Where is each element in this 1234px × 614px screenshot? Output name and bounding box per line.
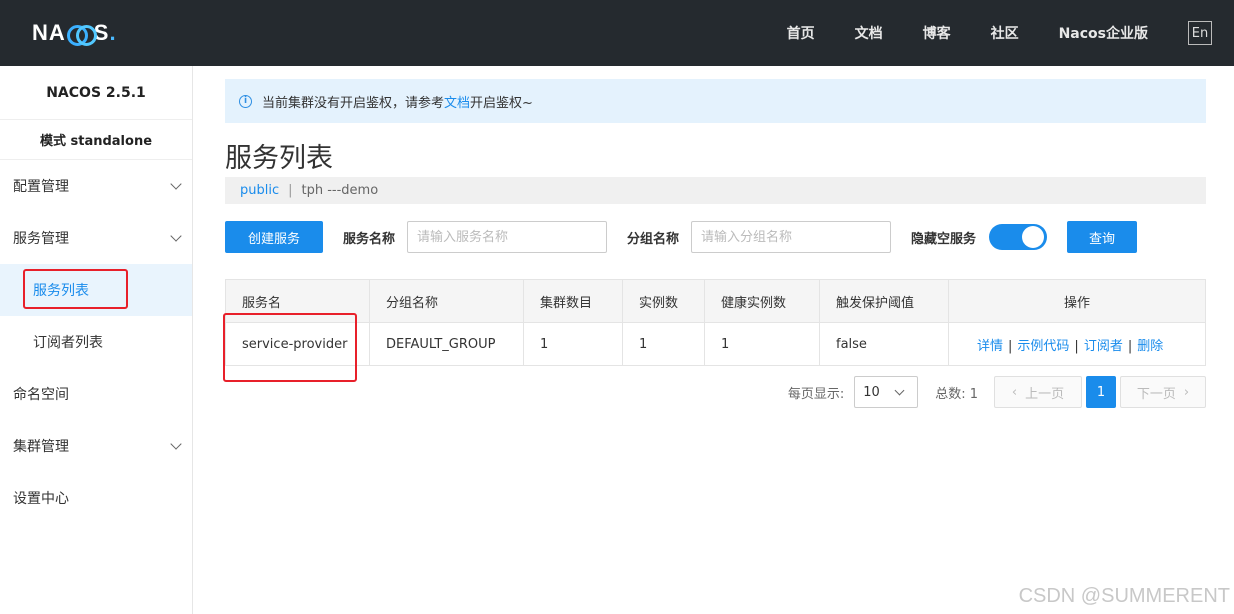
namespace-bar: public | tph ---demo [225, 177, 1206, 204]
sidebar: NACOS 2.5.1 模式 standalone 配置管理 服务管理 服务列表… [0, 66, 193, 614]
sidebar-item-subscriber-list[interactable]: 订阅者列表 [0, 316, 192, 368]
column-header[interactable]: 触发保护阈值 [819, 279, 949, 323]
create-service-button[interactable]: 创建服务 [225, 221, 323, 253]
table-header-row: 服务名 分组名称 集群数目 实例数 健康实例数 触发保护阈值 操作 [225, 279, 1206, 323]
namespace-public[interactable]: public [240, 183, 279, 198]
sidebar-item-service-management[interactable]: 服务管理 [0, 212, 192, 264]
service-name-input[interactable] [407, 221, 608, 253]
sidebar-item-cluster-management[interactable]: 集群管理 [0, 420, 192, 472]
prev-page-label: 上一页 [1025, 386, 1065, 402]
namespace-tph-demo[interactable]: tph ---demo [302, 183, 379, 198]
chevron-left-icon: ‹ [1011, 384, 1018, 400]
mode-label: 模式 standalone [0, 120, 192, 160]
nacos-logo[interactable]: NA S. [32, 18, 117, 48]
page-size-label: 每页显示: [787, 386, 845, 402]
column-header[interactable]: 实例数 [622, 279, 705, 323]
info-icon: i [239, 94, 252, 108]
next-page-label: 下一页 [1136, 386, 1176, 402]
page-title: 服务列表 [225, 143, 333, 174]
sidebar-item-service-list[interactable]: 服务列表 [0, 264, 192, 316]
top-header: NA S. 首页 文档 博客 社区 Nacos企业版 En [0, 0, 1234, 66]
toggle-knob [1022, 226, 1045, 248]
page-size-select[interactable]: 10 [854, 376, 919, 408]
column-header[interactable]: 集群数目 [523, 279, 623, 323]
query-button[interactable]: 查询 [1067, 221, 1138, 253]
sidebar-item-config-management[interactable]: 配置管理 [0, 160, 192, 212]
chevron-down-icon [894, 385, 905, 396]
language-toggle-button[interactable]: En [1188, 21, 1212, 45]
nav-home[interactable]: 首页 [787, 23, 815, 43]
prev-page-button[interactable]: ‹ 上一页 [994, 376, 1082, 408]
total-count: 总数: 1 [935, 386, 978, 402]
chevron-down-icon [170, 438, 182, 450]
search-toolbar: 创建服务 服务名称 分组名称 隐藏空服务 查询 [225, 221, 1206, 253]
cell-instance-count: 1 [622, 322, 705, 366]
next-page-button[interactable]: 下一页 › [1120, 376, 1206, 408]
nav-community[interactable]: 社区 [991, 23, 1019, 43]
pagination: 每页显示: 10 总数: 1 ‹ 上一页 1 下一页 › [225, 376, 1206, 408]
service-name-label: 服务名称 [343, 231, 396, 247]
detail-link[interactable]: 详情 [977, 339, 1003, 354]
column-header[interactable]: 服务名 [225, 279, 370, 323]
sidebar-item-label: 设置中心 [13, 491, 69, 507]
sidebar-item-settings-center[interactable]: 设置中心 [0, 472, 192, 524]
column-header: 操作 [948, 279, 1206, 323]
notice-text-before: 当前集群没有开启鉴权，请参考 [262, 95, 445, 111]
cell-protect-threshold: false [819, 322, 949, 366]
sidebar-item-label: 服务列表 [33, 283, 89, 299]
chevron-right-icon: › [1183, 384, 1190, 400]
sample-code-link[interactable]: 示例代码 [1017, 339, 1069, 354]
cell-operations: 详情 | 示例代码 | 订阅者 | 删除 [948, 322, 1206, 366]
sidebar-item-label: 集群管理 [13, 439, 69, 455]
top-nav: 首页 文档 博客 社区 Nacos企业版 En [787, 0, 1234, 66]
column-header[interactable]: 分组名称 [369, 279, 524, 323]
sidebar-item-label: 命名空间 [13, 387, 69, 403]
chevron-down-icon [170, 230, 182, 242]
nav-blog[interactable]: 博客 [923, 23, 951, 43]
nav-docs[interactable]: 文档 [855, 23, 883, 43]
page-size-value: 10 [863, 384, 880, 400]
sidebar-item-label: 配置管理 [13, 179, 69, 195]
column-header[interactable]: 健康实例数 [704, 279, 820, 323]
chevron-down-icon [170, 178, 182, 190]
subscribers-link[interactable]: 订阅者 [1084, 339, 1123, 354]
hide-empty-toggle[interactable] [989, 224, 1048, 250]
cell-healthy-count: 1 [704, 322, 820, 366]
notice-text-after: 开启鉴权~ [470, 95, 533, 111]
cell-group-name: DEFAULT_GROUP [369, 322, 524, 366]
namespace-separator: | [288, 183, 293, 198]
group-name-input[interactable] [691, 221, 892, 253]
delete-link[interactable]: 删除 [1137, 339, 1163, 354]
service-table: 服务名 分组名称 集群数目 实例数 健康实例数 触发保护阈值 操作 servic… [225, 279, 1206, 366]
cell-cluster-count: 1 [523, 322, 623, 366]
auth-notice-banner: i 当前集群没有开启鉴权，请参考 文档 开启鉴权~ [225, 79, 1206, 123]
watermark: CSDN @SUMMERENT [1018, 585, 1230, 607]
sidebar-item-namespace[interactable]: 命名空间 [0, 368, 192, 420]
notice-doc-link[interactable]: 文档 [444, 92, 470, 111]
group-name-label: 分组名称 [627, 231, 680, 247]
sidebar-item-label: 订阅者列表 [33, 335, 103, 351]
nav-enterprise[interactable]: Nacos企业版 [1059, 23, 1148, 43]
hide-empty-label: 隐藏空服务 [911, 231, 977, 247]
page-number-button[interactable]: 1 [1086, 376, 1116, 408]
version-label: NACOS 2.5.1 [0, 66, 192, 120]
table-row: service-provider DEFAULT_GROUP 1 1 1 fal… [225, 322, 1206, 366]
sidebar-item-label: 服务管理 [13, 231, 69, 247]
cell-service-name: service-provider [225, 322, 370, 366]
